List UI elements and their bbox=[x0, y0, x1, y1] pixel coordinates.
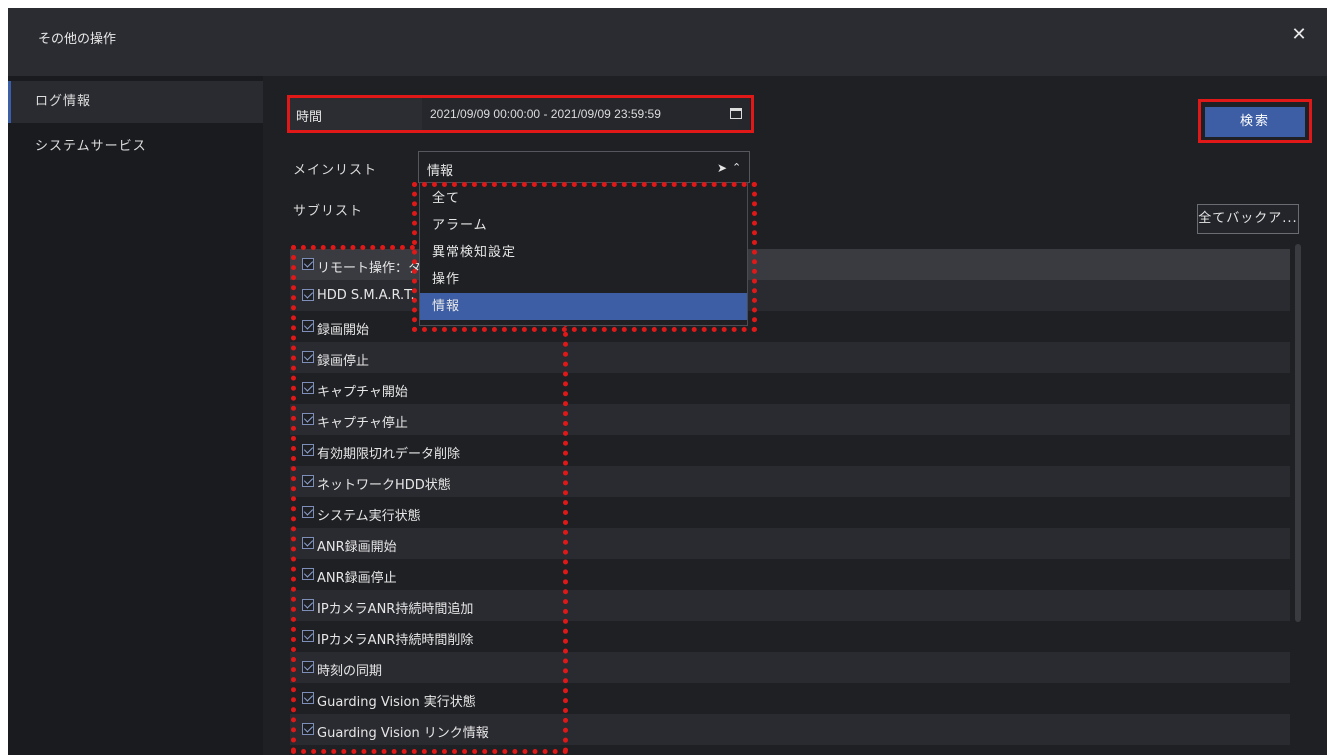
close-icon[interactable]: ✕ bbox=[1286, 22, 1312, 48]
checkbox[interactable] bbox=[302, 537, 314, 549]
checkbox[interactable] bbox=[302, 382, 314, 394]
main-list-label: メインリスト bbox=[293, 163, 378, 178]
checkbox[interactable] bbox=[302, 444, 314, 456]
checkbox[interactable] bbox=[302, 692, 314, 704]
dialog-title: その他の操作 bbox=[38, 32, 117, 47]
dotted-highlight-top bbox=[291, 245, 415, 250]
dotted-highlight-left bbox=[291, 245, 296, 753]
sidebar: ログ情報 システムサービス bbox=[8, 76, 263, 755]
main-list-select[interactable]: 情報 ➤ ⌃ bbox=[418, 151, 750, 183]
dotted-highlight-bottom bbox=[291, 749, 568, 754]
main-list-value: 情報 bbox=[427, 164, 454, 179]
list-item[interactable]: 時刻の同期 bbox=[290, 652, 1290, 683]
sidebar-item-system-service[interactable]: システムサービス bbox=[8, 126, 263, 168]
checkbox[interactable] bbox=[302, 351, 314, 363]
list-item[interactable]: 録画停止 bbox=[290, 342, 1290, 373]
checkbox[interactable] bbox=[302, 661, 314, 673]
list-item[interactable]: ネットワークHDD状態 bbox=[290, 466, 1290, 497]
chevron-up-icon: ⌃ bbox=[732, 161, 742, 174]
list-item[interactable]: Guarding Vision 実行状態 bbox=[290, 683, 1290, 714]
checkbox[interactable] bbox=[302, 475, 314, 487]
list-item[interactable]: ANR録画開始 bbox=[290, 528, 1290, 559]
main-content: 時間 2021/09/09 00:00:00 - 2021/09/09 23:5… bbox=[263, 76, 1327, 755]
checkbox[interactable] bbox=[302, 289, 314, 301]
backup-all-button[interactable]: 全てバックア... bbox=[1197, 204, 1299, 234]
checkbox[interactable] bbox=[302, 723, 314, 735]
sidebar-item-log-info[interactable]: ログ情報 bbox=[8, 81, 263, 123]
title-bar: その他の操作 ✕ bbox=[8, 8, 1327, 76]
list-item[interactable]: 有効期限切れデータ削除 bbox=[290, 435, 1290, 466]
list-item[interactable]: キャプチャ開始 bbox=[290, 373, 1290, 404]
list-item[interactable]: Guarding Vision リンク情報 bbox=[290, 714, 1290, 745]
dotted-highlight-right bbox=[563, 322, 568, 753]
checkbox[interactable] bbox=[302, 630, 314, 642]
checkbox[interactable] bbox=[302, 599, 314, 611]
list-scrollbar[interactable] bbox=[1295, 244, 1301, 622]
checkbox[interactable] bbox=[302, 258, 314, 270]
list-item[interactable]: ANR録画停止 bbox=[290, 559, 1290, 590]
mouse-cursor-icon: ➤ bbox=[717, 161, 728, 175]
checkbox[interactable] bbox=[302, 568, 314, 580]
list-item[interactable]: IPカメラANR持続時間追加 bbox=[290, 590, 1290, 621]
checkbox[interactable] bbox=[302, 506, 314, 518]
list-item[interactable]: キャプチャ停止 bbox=[290, 404, 1290, 435]
checkbox[interactable] bbox=[302, 320, 314, 332]
highlight-box-search bbox=[1198, 99, 1312, 143]
checkbox[interactable] bbox=[302, 413, 314, 425]
list-item[interactable]: システム実行状態 bbox=[290, 497, 1290, 528]
sub-list-label: サブリスト bbox=[293, 204, 364, 219]
highlight-box-time bbox=[287, 95, 754, 133]
dotted-highlight-dropdown bbox=[412, 182, 757, 332]
dialog-window: その他の操作 ✕ ログ情報 システムサービス 時間 2021/09/09 00:… bbox=[8, 8, 1327, 755]
list-item[interactable]: IPカメラANR持続時間削除 bbox=[290, 621, 1290, 652]
